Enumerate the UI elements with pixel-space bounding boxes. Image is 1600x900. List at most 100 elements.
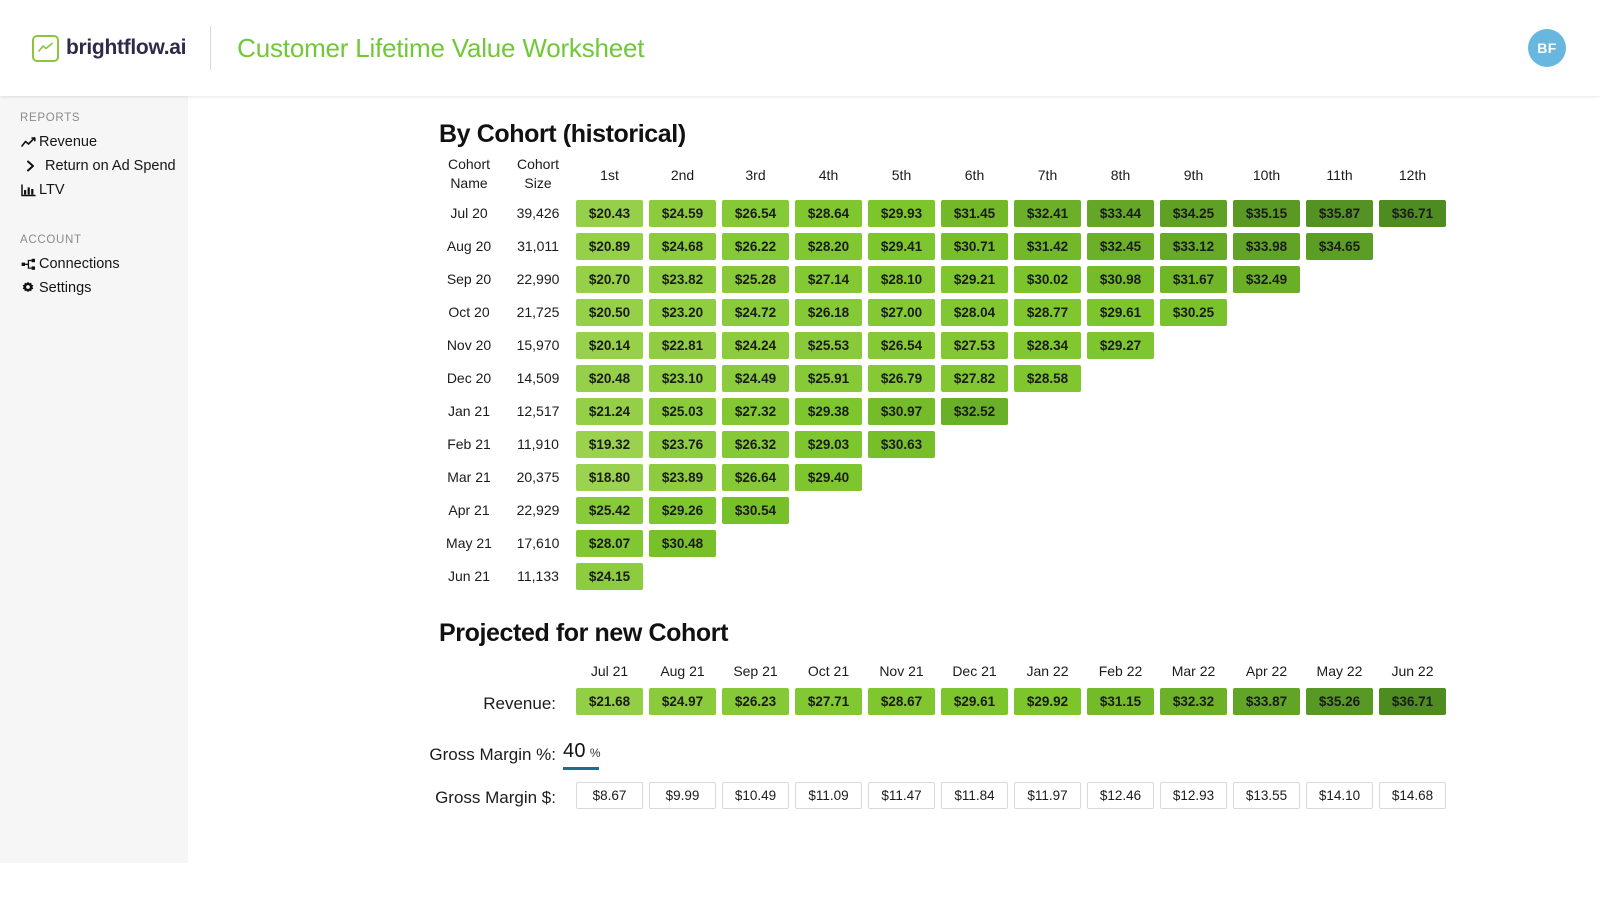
ltv-cell[interactable]: $30.02 [1014, 266, 1081, 293]
ltv-cell[interactable]: $24.72 [722, 299, 789, 326]
ltv-cell[interactable]: $29.40 [795, 464, 862, 491]
ltv-cell[interactable]: $30.25 [1160, 299, 1227, 326]
ltv-cell[interactable]: $19.32 [576, 431, 643, 458]
ltv-cell[interactable]: $32.52 [941, 398, 1008, 425]
projected-revenue-cell[interactable]: $21.68 [576, 688, 643, 715]
ltv-cell[interactable]: $29.27 [1087, 332, 1154, 359]
ltv-cell[interactable]: $23.20 [649, 299, 716, 326]
ltv-cell[interactable]: $28.77 [1014, 299, 1081, 326]
ltv-cell[interactable]: $35.87 [1306, 200, 1373, 227]
gross-margin-dollar-cell[interactable]: $11.09 [795, 782, 862, 809]
ltv-cell[interactable]: $30.54 [722, 497, 789, 524]
projected-revenue-cell[interactable]: $28.67 [868, 688, 935, 715]
ltv-cell[interactable]: $30.63 [868, 431, 935, 458]
gross-margin-dollar-cell[interactable]: $11.47 [868, 782, 935, 809]
ltv-cell[interactable]: $33.98 [1233, 233, 1300, 260]
ltv-cell[interactable]: $29.61 [1087, 299, 1154, 326]
ltv-cell[interactable]: $26.54 [868, 332, 935, 359]
gross-margin-dollar-cell[interactable]: $10.49 [722, 782, 789, 809]
projected-revenue-cell[interactable]: $32.32 [1160, 688, 1227, 715]
ltv-cell[interactable]: $28.34 [1014, 332, 1081, 359]
ltv-cell[interactable]: $20.43 [576, 200, 643, 227]
projected-revenue-cell[interactable]: $29.61 [941, 688, 1008, 715]
ltv-cell[interactable]: $26.64 [722, 464, 789, 491]
ltv-cell[interactable]: $28.64 [795, 200, 862, 227]
ltv-cell[interactable]: $20.70 [576, 266, 643, 293]
ltv-cell[interactable]: $25.91 [795, 365, 862, 392]
ltv-cell[interactable]: $29.38 [795, 398, 862, 425]
gross-margin-dollar-cell[interactable]: $11.84 [941, 782, 1008, 809]
ltv-cell[interactable]: $27.82 [941, 365, 1008, 392]
ltv-cell[interactable]: $30.98 [1087, 266, 1154, 293]
ltv-cell[interactable]: $26.32 [722, 431, 789, 458]
ltv-cell[interactable]: $23.89 [649, 464, 716, 491]
ltv-cell[interactable]: $22.81 [649, 332, 716, 359]
gross-margin-dollar-cell[interactable]: $12.46 [1087, 782, 1154, 809]
projected-revenue-cell[interactable]: $26.23 [722, 688, 789, 715]
ltv-cell[interactable]: $31.42 [1014, 233, 1081, 260]
ltv-cell[interactable]: $34.25 [1160, 200, 1227, 227]
ltv-cell[interactable]: $28.07 [576, 530, 643, 557]
ltv-cell[interactable]: $28.20 [795, 233, 862, 260]
ltv-cell[interactable]: $27.53 [941, 332, 1008, 359]
ltv-cell[interactable]: $25.53 [795, 332, 862, 359]
ltv-cell[interactable]: $26.18 [795, 299, 862, 326]
avatar[interactable]: BF [1528, 29, 1566, 67]
brand-logo[interactable]: brightflow.ai [32, 34, 186, 62]
ltv-cell[interactable]: $24.24 [722, 332, 789, 359]
ltv-cell[interactable]: $34.65 [1306, 233, 1373, 260]
ltv-cell[interactable]: $24.49 [722, 365, 789, 392]
ltv-cell[interactable]: $20.14 [576, 332, 643, 359]
ltv-cell[interactable]: $24.59 [649, 200, 716, 227]
ltv-cell[interactable]: $25.42 [576, 497, 643, 524]
ltv-cell[interactable]: $27.00 [868, 299, 935, 326]
projected-revenue-cell[interactable]: $31.15 [1087, 688, 1154, 715]
gross-margin-dollar-cell[interactable]: $14.10 [1306, 782, 1373, 809]
ltv-cell[interactable]: $23.10 [649, 365, 716, 392]
ltv-cell[interactable]: $29.21 [941, 266, 1008, 293]
ltv-cell[interactable]: $24.68 [649, 233, 716, 260]
ltv-cell[interactable]: $27.32 [722, 398, 789, 425]
ltv-cell[interactable]: $30.48 [649, 530, 716, 557]
ltv-cell[interactable]: $29.93 [868, 200, 935, 227]
ltv-cell[interactable]: $23.82 [649, 266, 716, 293]
gross-margin-dollar-cell[interactable]: $11.97 [1014, 782, 1081, 809]
ltv-cell[interactable]: $25.03 [649, 398, 716, 425]
ltv-cell[interactable]: $20.50 [576, 299, 643, 326]
gross-margin-dollar-cell[interactable]: $14.68 [1379, 782, 1446, 809]
ltv-cell[interactable]: $18.80 [576, 464, 643, 491]
projected-revenue-cell[interactable]: $24.97 [649, 688, 716, 715]
ltv-cell[interactable]: $23.76 [649, 431, 716, 458]
gross-margin-dollar-cell[interactable]: $8.67 [576, 782, 643, 809]
ltv-cell[interactable]: $31.67 [1160, 266, 1227, 293]
ltv-cell[interactable]: $26.54 [722, 200, 789, 227]
sidebar-item-ltv[interactable]: LTV [0, 178, 188, 202]
ltv-cell[interactable]: $29.26 [649, 497, 716, 524]
ltv-cell[interactable]: $27.14 [795, 266, 862, 293]
ltv-cell[interactable]: $29.03 [795, 431, 862, 458]
ltv-cell[interactable]: $33.44 [1087, 200, 1154, 227]
ltv-cell[interactable]: $32.45 [1087, 233, 1154, 260]
ltv-cell[interactable]: $32.49 [1233, 266, 1300, 293]
ltv-cell[interactable]: $25.28 [722, 266, 789, 293]
ltv-cell[interactable]: $29.41 [868, 233, 935, 260]
gross-margin-dollar-cell[interactable]: $13.55 [1233, 782, 1300, 809]
ltv-cell[interactable]: $28.58 [1014, 365, 1081, 392]
ltv-cell[interactable]: $35.15 [1233, 200, 1300, 227]
ltv-cell[interactable]: $24.15 [576, 563, 643, 590]
ltv-cell[interactable]: $26.79 [868, 365, 935, 392]
projected-revenue-cell[interactable]: $33.87 [1233, 688, 1300, 715]
sidebar-item-revenue[interactable]: Revenue [0, 130, 188, 154]
projected-revenue-cell[interactable]: $36.71 [1379, 688, 1446, 715]
gross-margin-dollar-cell[interactable]: $9.99 [649, 782, 716, 809]
projected-revenue-cell[interactable]: $29.92 [1014, 688, 1081, 715]
ltv-cell[interactable]: $20.48 [576, 365, 643, 392]
ltv-cell[interactable]: $36.71 [1379, 200, 1446, 227]
sidebar-item-return-on-ad-spend[interactable]: Return on Ad Spend [0, 154, 188, 178]
ltv-cell[interactable]: $20.89 [576, 233, 643, 260]
projected-revenue-cell[interactable]: $27.71 [795, 688, 862, 715]
ltv-cell[interactable]: $31.45 [941, 200, 1008, 227]
gross-margin-dollar-cell[interactable]: $12.93 [1160, 782, 1227, 809]
sidebar-item-connections[interactable]: Connections [0, 252, 188, 276]
ltv-cell[interactable]: $28.10 [868, 266, 935, 293]
